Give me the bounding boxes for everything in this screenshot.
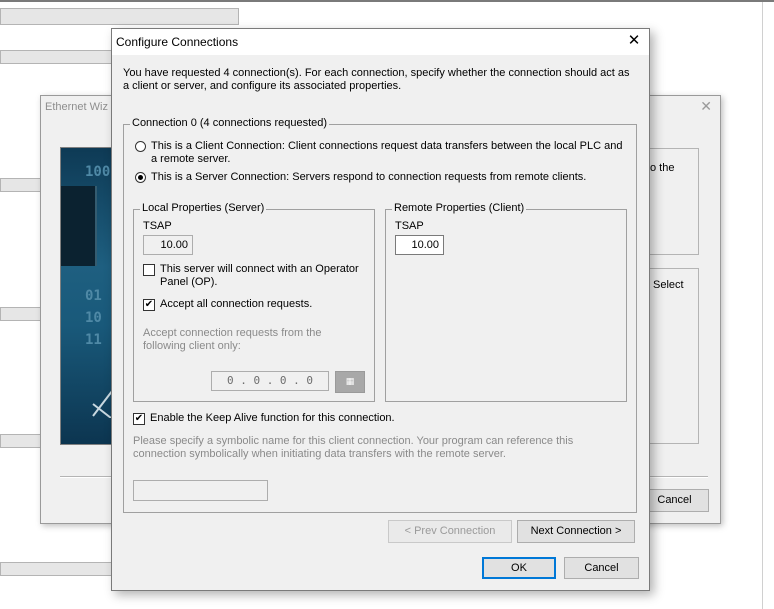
background-field: [0, 434, 42, 448]
dialog-titlebar: Configure Connections ✕: [112, 29, 649, 55]
wizard-close-icon[interactable]: ✕: [700, 98, 712, 115]
operator-panel-label[interactable]: This server will connect with an Operato…: [160, 263, 360, 289]
wizard-cancel-button[interactable]: Cancel: [640, 489, 709, 512]
background-field: [0, 8, 239, 25]
server-connection-label[interactable]: This is a Server Connection: Servers res…: [151, 171, 621, 184]
local-properties-group: Local Properties (Server) TSAP 10.00 Thi…: [133, 202, 375, 402]
prev-connection-button[interactable]: < Prev Connection: [388, 520, 512, 543]
remote-properties-title: Remote Properties (Client): [392, 202, 527, 214]
accept-all-checkbox[interactable]: ✔: [143, 299, 155, 311]
keep-alive-checkbox[interactable]: ✔: [133, 413, 145, 425]
plc-device-image: [61, 186, 97, 266]
client-connection-radio[interactable]: [135, 141, 146, 152]
illustration-digits: 11: [85, 332, 102, 348]
configure-connections-dialog: Configure Connections ✕ You have request…: [111, 28, 650, 591]
local-properties-title: Local Properties (Server): [140, 202, 267, 214]
remote-tsap-label: TSAP: [395, 220, 424, 232]
ip-browse-icon[interactable]: ▦: [335, 371, 365, 393]
local-tsap-label: TSAP: [143, 220, 172, 232]
wizard-panel-bottom: Select: [644, 268, 699, 444]
client-connection-label[interactable]: This is a Client Connection: Client conn…: [151, 140, 629, 166]
cancel-button[interactable]: Cancel: [564, 557, 639, 579]
accept-all-label[interactable]: Accept all connection requests.: [160, 298, 312, 310]
background-field: [0, 307, 42, 321]
illustration-digits: 01: [85, 288, 102, 304]
remote-properties-group: Remote Properties (Client) TSAP 10.00: [385, 202, 627, 402]
wizard-panel-text: Select: [653, 279, 684, 291]
local-tsap-field[interactable]: 10.00: [143, 235, 193, 255]
intro-text: You have requested 4 connection(s). For …: [123, 67, 630, 92]
connection-group-title: Connection 0 (4 connections requested): [130, 117, 330, 129]
server-connection-radio[interactable]: [135, 172, 146, 183]
keep-alive-label[interactable]: Enable the Keep Alive function for this …: [150, 412, 395, 424]
illustration-digits: 10: [85, 310, 102, 326]
wizard-title: Ethernet Wiz: [45, 101, 108, 113]
symbolic-name-field[interactable]: [133, 480, 268, 501]
next-connection-button[interactable]: Next Connection >: [517, 520, 635, 543]
connection-group: Connection 0 (4 connections requested) T…: [123, 117, 637, 513]
wizard-panel-top: o the: [644, 148, 699, 255]
accept-from-label: Accept connection requests from the foll…: [143, 327, 322, 352]
symbolic-name-hint: Please specify a symbolic name for this …: [133, 435, 574, 460]
illustration-digits: 100: [85, 164, 111, 180]
operator-panel-checkbox[interactable]: [143, 264, 155, 276]
wizard-panel-text: o the: [650, 162, 675, 174]
background-divider: [762, 2, 763, 609]
radio-selected-dot: [138, 175, 143, 180]
client-ip-address-field[interactable]: 0 . 0 . 0 . 0: [211, 371, 329, 391]
background-field: [0, 178, 42, 192]
remote-tsap-field[interactable]: 10.00: [395, 235, 444, 255]
background-field: [0, 50, 112, 64]
dialog-title: Configure Connections: [116, 35, 239, 49]
app-top-border: [0, 0, 774, 2]
close-icon[interactable]: ✕: [625, 32, 643, 50]
ok-button[interactable]: OK: [482, 557, 556, 579]
background-field: [0, 562, 112, 576]
